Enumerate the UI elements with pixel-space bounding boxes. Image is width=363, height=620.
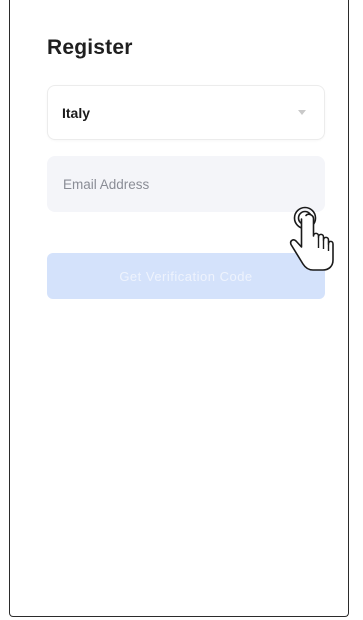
country-select-value: Italy <box>62 104 91 121</box>
email-input[interactable] <box>61 175 311 193</box>
hand-pointer-icon <box>289 206 334 271</box>
page-title: Register <box>47 36 133 59</box>
chevron-down-icon <box>298 110 306 115</box>
country-select[interactable]: Italy <box>47 85 325 140</box>
register-screen: Register Italy Get Verification Code <box>9 0 349 617</box>
